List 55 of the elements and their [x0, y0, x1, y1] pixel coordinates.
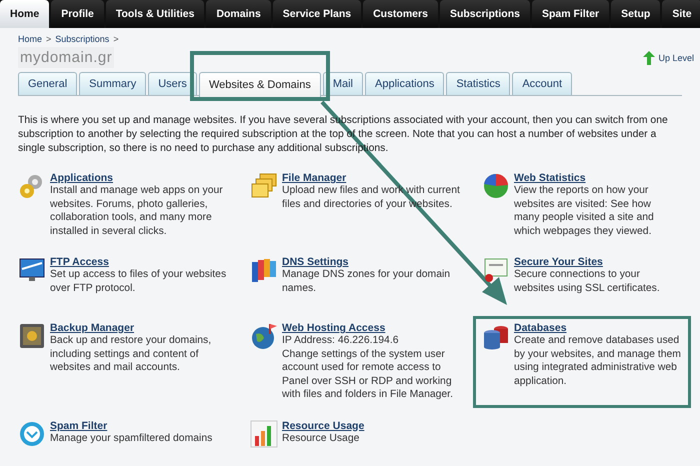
- tab[interactable]: Websites & Domains: [198, 72, 321, 97]
- feature-description: Secure connections to your websites using SSL certificates.: [514, 268, 661, 295]
- tab[interactable]: Statistics: [446, 72, 510, 95]
- up-arrow-icon: [643, 50, 656, 64]
- breadcrumb-link[interactable]: Home: [18, 34, 42, 44]
- nav-tab[interactable]: Profile: [51, 0, 104, 28]
- feature-link[interactable]: Applications: [50, 172, 114, 184]
- nav-tab[interactable]: Setup: [611, 0, 660, 28]
- nav-tab[interactable]: Customers: [363, 0, 438, 28]
- tab[interactable]: Applications: [365, 72, 444, 95]
- certificate-icon: [482, 256, 510, 284]
- feature-description: Back up and restore your domains, including settings and content of websites and mail accounts.: [50, 334, 212, 374]
- feature-link[interactable]: File Manager: [282, 172, 346, 184]
- feature-link[interactable]: Secure Your Sites: [514, 256, 603, 268]
- feature-link[interactable]: Spam Filter: [50, 420, 108, 432]
- nav-tab[interactable]: Spam Filter: [532, 0, 610, 28]
- globe-icon: [250, 322, 278, 350]
- feature-description: View the reports on how your websites are visited: See how many people visited a site and which webpages they viewed.: [514, 184, 655, 238]
- feature-description: Manage DNS zones for your domain names.: [282, 268, 452, 295]
- feature-description: Create and remove databases used by your websites, and manage them using integrated administrative web application.: [514, 334, 682, 388]
- feature-description: IP Address: 46.226.194.6 Change settings of the system user account used for remote access to Panel over SSH or RDP and working with files and folders in File Manager.: [282, 334, 454, 402]
- tab[interactable]: General: [18, 72, 78, 95]
- feature-description: Resource Usage: [282, 432, 360, 445]
- books-icon: [250, 256, 278, 284]
- page-title: mydomain.gr: [18, 47, 114, 68]
- nav-tab[interactable]: Tools & Utilities: [106, 0, 204, 28]
- breadcrumb-separator: >: [113, 34, 119, 44]
- tab[interactable]: Users: [148, 72, 197, 95]
- feature-link[interactable]: FTP Access: [50, 256, 109, 268]
- feature-description: Manage your spamfiltered domains: [50, 432, 212, 445]
- tab[interactable]: Mail: [322, 72, 363, 95]
- monitor-icon: [18, 256, 46, 284]
- nav-tab[interactable]: Home: [0, 0, 50, 28]
- feature-link[interactable]: DNS Settings: [282, 256, 349, 268]
- nav-tab[interactable]: Subscriptions: [440, 0, 530, 28]
- feature-description: Install and manage web apps on your websites. Forums, photo galleries, collaboration tools, and many more installed in several clicks.: [50, 184, 224, 238]
- feature-link[interactable]: Databases: [514, 322, 567, 334]
- envelope-circle-icon: [18, 420, 46, 448]
- tab[interactable]: Summary: [79, 72, 146, 95]
- feature-description: Set up access to files of your websites over FTP protocol.: [50, 268, 228, 295]
- nav-tab[interactable]: Service Plans: [272, 0, 362, 28]
- feature-link[interactable]: Backup Manager: [50, 322, 134, 334]
- feature-link[interactable]: Web Hosting Access: [282, 322, 386, 334]
- safe-icon: [18, 322, 46, 350]
- feature-link[interactable]: Resource Usage: [282, 420, 364, 432]
- pie-chart-icon: [482, 172, 510, 200]
- nav-tab[interactable]: Site: [662, 0, 700, 28]
- nav-tab[interactable]: Domains: [206, 0, 271, 28]
- breadcrumb-separator: >: [46, 34, 52, 44]
- bar-chart-icon: [250, 420, 278, 448]
- breadcrumb-link[interactable]: Subscriptions: [55, 34, 110, 44]
- tab[interactable]: Account: [512, 72, 572, 95]
- up-level-link[interactable]: Up Level: [643, 50, 694, 64]
- folders-icon: [250, 172, 278, 200]
- feature-link[interactable]: Web Statistics: [514, 172, 586, 184]
